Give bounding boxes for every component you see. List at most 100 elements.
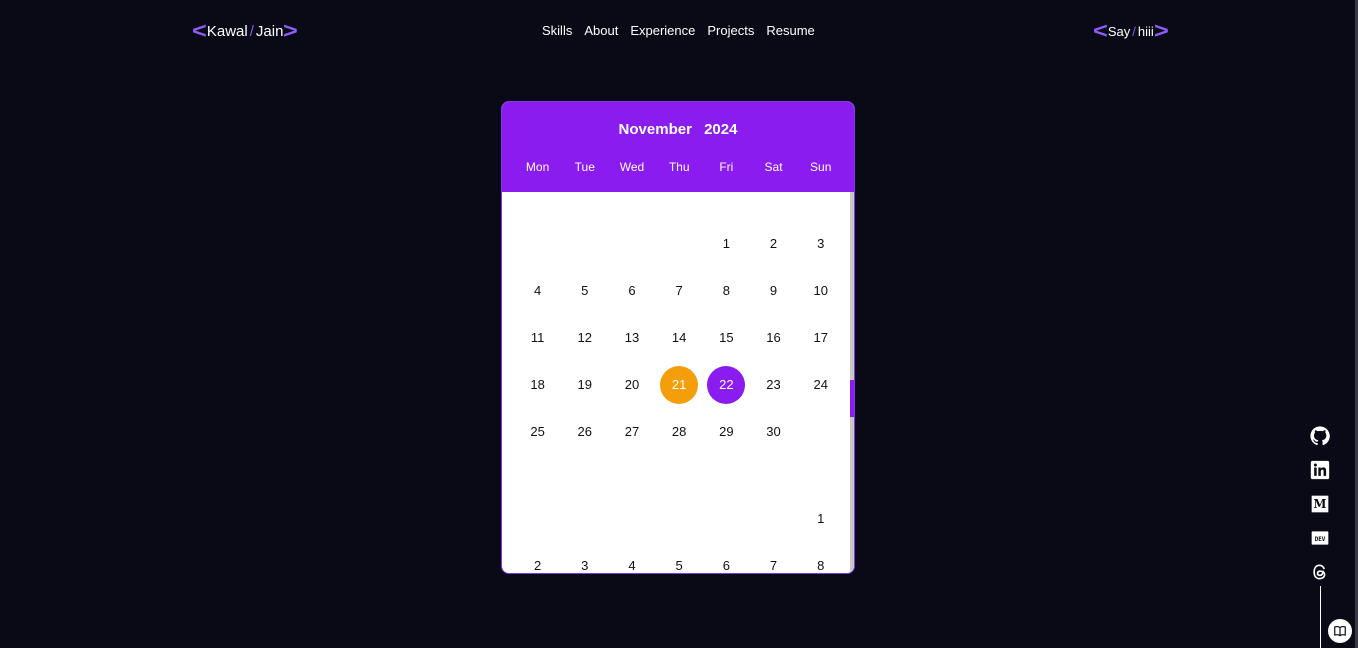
calendar-month: November: [618, 121, 692, 138]
calendar: November 2024 Mon Tue Wed Thu Fri Sat Su…: [501, 101, 855, 574]
calendar-day[interactable]: 28: [656, 408, 703, 455]
calendar-empty-cell: [703, 495, 750, 542]
calendar-empty-cell: [608, 220, 655, 267]
calendar-day[interactable]: 13: [608, 314, 655, 361]
calendar-day[interactable]: 2: [750, 220, 797, 267]
calendar-day[interactable]: 4: [514, 267, 561, 314]
calendar-day[interactable]: 1: [797, 495, 844, 542]
cta-slash: /: [1132, 23, 1136, 39]
cta-first: Say: [1107, 23, 1131, 39]
calendar-day-number: 12: [577, 330, 593, 345]
calendar-day[interactable]: 3: [561, 542, 608, 573]
say-hi-link[interactable]: < Say / hiii >: [1093, 18, 1169, 43]
logo-first-name: Kawal: [206, 22, 248, 40]
calendar-day[interactable]: 11: [514, 314, 561, 361]
calendar-empty-cell: [514, 495, 561, 542]
calendar-empty-cell: [561, 220, 608, 267]
weekday-label: Sat: [764, 160, 783, 174]
calendar-day-number: 2: [533, 558, 542, 573]
calendar-day[interactable]: 10: [797, 267, 844, 314]
github-icon[interactable]: [1310, 426, 1330, 446]
calendar-day[interactable]: 7: [750, 542, 797, 573]
calendar-day[interactable]: 27: [608, 408, 655, 455]
calendar-day[interactable]: 9: [750, 267, 797, 314]
logo-left-bracket: <: [192, 18, 207, 43]
calendar-day[interactable]: 2: [514, 542, 561, 573]
nav-experience[interactable]: Experience: [630, 23, 695, 38]
calendar-day-number: 5: [675, 558, 683, 573]
calendar-day-number: 4: [533, 283, 542, 298]
calendar-day[interactable]: 25: [514, 408, 561, 455]
calendar-day-number: 6: [628, 283, 636, 298]
calendar-body[interactable]: 1 2 3 4 5 6 7 8 9 10 11 12 13 14 15 16 17 18 19 20 21 22 23 24 2…: [502, 192, 854, 573]
calendar-day-number: 1: [817, 511, 825, 526]
december-grid: 1 2 3 4 5 6 7 8: [514, 495, 844, 573]
calendar-day[interactable]: 8: [703, 267, 750, 314]
nav-projects[interactable]: Projects: [707, 23, 754, 38]
calendar-day-today[interactable]: 21: [656, 361, 703, 408]
calendar-day-number: 27: [624, 424, 640, 439]
calendar-day-number: 5: [581, 283, 589, 298]
calendar-scroll-thumb[interactable]: [850, 380, 854, 417]
calendar-day-number: 26: [577, 424, 593, 439]
page: < Kawal / Jain > Skills About Experience…: [0, 0, 1358, 648]
calendar-day[interactable]: 4: [608, 542, 655, 573]
calendar-day-number: 19: [577, 377, 593, 392]
calendar-day[interactable]: 23: [750, 361, 797, 408]
svg-text:DEV: DEV: [1315, 537, 1326, 543]
weekday-label: Fri: [719, 160, 734, 174]
calendar-day[interactable]: 3: [797, 220, 844, 267]
calendar-day[interactable]: 29: [703, 408, 750, 455]
calendar-day-number: 28: [671, 424, 687, 439]
cta-right-bracket: >: [1153, 18, 1169, 43]
calendar-day[interactable]: 17: [797, 314, 844, 361]
weekday-label: Sun: [810, 160, 832, 174]
medium-icon[interactable]: M: [1310, 494, 1330, 514]
calendar-day-number: 17: [813, 330, 828, 345]
calendar-day-number: 6: [722, 558, 730, 573]
nav-about[interactable]: About: [584, 23, 618, 38]
cta-left-bracket: <: [1093, 18, 1108, 43]
calendar-day[interactable]: 24: [797, 361, 844, 408]
weekday-label: Mon: [525, 160, 550, 174]
calendar-day[interactable]: 16: [750, 314, 797, 361]
site-logo[interactable]: < Kawal / Jain >: [192, 18, 299, 43]
calendar-day[interactable]: 5: [656, 542, 703, 573]
threads-icon[interactable]: [1310, 562, 1330, 582]
calendar-day-number: 18: [530, 377, 545, 392]
cta-last: hiii: [1137, 23, 1154, 39]
calendar-day[interactable]: 30: [750, 408, 797, 455]
logo-right-bracket: >: [283, 18, 299, 43]
calendar-day-number: 23: [766, 377, 781, 392]
calendar-empty-cell: [797, 408, 844, 455]
calendar-day-selected[interactable]: 22: [703, 361, 750, 408]
calendar-day[interactable]: 14: [656, 314, 703, 361]
calendar-day[interactable]: 15: [703, 314, 750, 361]
calendar-day[interactable]: 7: [656, 267, 703, 314]
calendar-day[interactable]: 18: [514, 361, 561, 408]
calendar-day[interactable]: 8: [797, 542, 844, 573]
calendar-day[interactable]: 6: [608, 267, 655, 314]
calendar-day[interactable]: 1: [703, 220, 750, 267]
dev-icon[interactable]: DEV: [1310, 528, 1330, 548]
calendar-empty-cell: [561, 495, 608, 542]
nav-resume[interactable]: Resume: [766, 23, 814, 38]
calendar-day-number: 13: [624, 330, 640, 345]
calendar-empty-cell: [656, 220, 703, 267]
social-divider-line: [1320, 586, 1321, 648]
calendar-day[interactable]: 26: [561, 408, 608, 455]
calendar-day[interactable]: 12: [561, 314, 608, 361]
calendar-day-number: 2: [769, 236, 778, 251]
calendar-day-number: 30: [766, 424, 781, 439]
calendar-day[interactable]: 6: [703, 542, 750, 573]
guestbook-button[interactable]: [1328, 619, 1352, 643]
calendar-day[interactable]: 20: [608, 361, 655, 408]
calendar-header: November 2024 Mon Tue Wed Thu Fri Sat Su…: [502, 102, 854, 192]
calendar-day-number: 25: [530, 424, 545, 439]
calendar-day[interactable]: 19: [561, 361, 608, 408]
weekday-label: Thu: [668, 160, 690, 174]
linkedin-icon[interactable]: [1310, 460, 1330, 480]
calendar-day[interactable]: 5: [561, 267, 608, 314]
logo-slash: /: [249, 22, 254, 40]
nav-skills[interactable]: Skills: [542, 23, 572, 38]
